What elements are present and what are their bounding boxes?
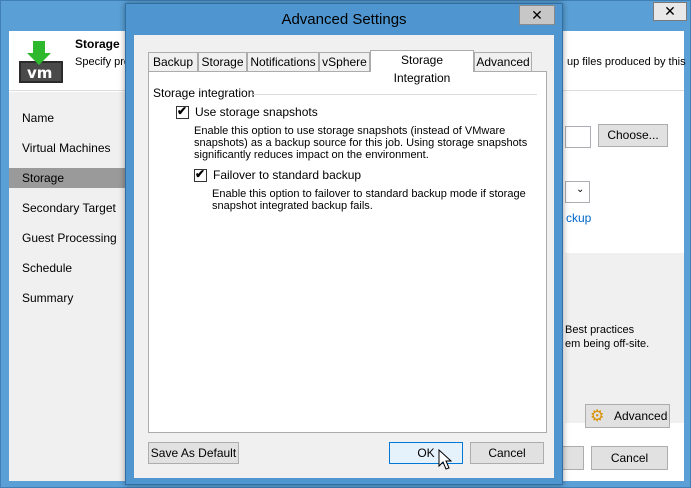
- tab-notifications[interactable]: Notifications: [247, 52, 319, 71]
- best-practices-line-1: Best practices: [565, 324, 635, 336]
- dialog-client-area: Backup Storage Notifications vSphere Sto…: [134, 35, 554, 478]
- dialog-title: Advanced Settings: [281, 11, 407, 28]
- cancel-button[interactable]: Cancel: [470, 442, 544, 464]
- desc-line: Enable this option to use storage snapsh…: [194, 125, 506, 137]
- nav-item-name[interactable]: Name: [9, 108, 127, 128]
- parent-close-button[interactable]: ✕: [653, 2, 687, 21]
- failover-label: Failover to standard backup: [213, 168, 362, 182]
- parent-cancel-button[interactable]: Cancel: [591, 446, 668, 470]
- parent-advanced-button[interactable]: ⚙ Advanced: [585, 404, 670, 428]
- nav-item-schedule[interactable]: Schedule: [9, 258, 127, 278]
- repository-path-input[interactable]: [565, 126, 591, 148]
- nav-item-guest-processing[interactable]: Guest Processing: [9, 228, 127, 248]
- storage-integration-group-label: Storage integration: [153, 86, 255, 100]
- parent-link[interactable]: ckup: [566, 211, 591, 225]
- group-divider: [253, 94, 537, 95]
- save-as-default-button[interactable]: Save As Default: [148, 442, 239, 464]
- failover-row[interactable]: ✔ Failover to standard backup: [194, 166, 362, 182]
- tab-storage[interactable]: Storage: [198, 52, 247, 71]
- desc-line: snapshots) as a backup source for this j…: [194, 137, 528, 149]
- dialog-close-button[interactable]: ✕: [519, 5, 555, 25]
- storage-vm-logo-icon: vm: [19, 41, 69, 85]
- use-storage-snapshots-checkbox[interactable]: ✔: [176, 103, 189, 119]
- mouse-cursor-icon: [438, 449, 452, 470]
- parent-header-title: Storage: [75, 37, 120, 51]
- best-practices-line-2: em being off-site.: [565, 338, 650, 350]
- tab-vsphere[interactable]: vSphere: [319, 52, 370, 71]
- logo-text: vm: [27, 64, 52, 82]
- tab-backup[interactable]: Backup: [148, 52, 198, 71]
- parent-header-desc-right: up files produced by this: [567, 56, 686, 68]
- advanced-settings-dialog: Advanced Settings ✕ Backup Storage Notif…: [125, 3, 563, 485]
- nav-item-storage[interactable]: Storage: [9, 168, 127, 188]
- best-practices-text: Best practices em being off-site.: [565, 323, 649, 351]
- parent-advanced-label: Advanced: [614, 409, 668, 423]
- failover-description: Enable this option to failover to standa…: [212, 188, 526, 212]
- nav-item-virtual-machines[interactable]: Virtual Machines: [9, 138, 127, 158]
- nav-item-summary[interactable]: Summary: [9, 288, 127, 308]
- use-storage-snapshots-description: Enable this option to use storage snapsh…: [194, 125, 527, 161]
- desc-line: snapshot integrated backup fails.: [212, 200, 373, 212]
- desc-line: Enable this option to failover to standa…: [212, 188, 526, 200]
- checkmark-icon: ✔: [177, 103, 188, 118]
- choose-button[interactable]: Choose...: [598, 124, 668, 147]
- tab-advanced[interactable]: Advanced: [474, 52, 532, 71]
- wizard-nav: Name Virtual Machines Storage Secondary …: [9, 92, 127, 481]
- checkmark-icon: ✔: [195, 166, 206, 181]
- parent-finish-button[interactable]: [561, 446, 584, 470]
- gear-icon: ⚙: [590, 408, 605, 425]
- use-storage-snapshots-label: Use storage snapshots: [195, 105, 318, 119]
- failover-checkbox[interactable]: ✔: [194, 166, 207, 182]
- use-storage-snapshots-row[interactable]: ✔ Use storage snapshots: [176, 103, 318, 119]
- parent-dropdown[interactable]: ⌄: [565, 181, 590, 203]
- chevron-down-icon: ⌄: [576, 184, 585, 195]
- storage-integration-panel: Storage integration ✔ Use storage snapsh…: [148, 71, 547, 433]
- tab-storage-integration[interactable]: Storage Integration: [370, 50, 474, 85]
- nav-item-secondary-target[interactable]: Secondary Target: [9, 198, 127, 218]
- desc-line: significantly reduces impact on the envi…: [194, 149, 429, 161]
